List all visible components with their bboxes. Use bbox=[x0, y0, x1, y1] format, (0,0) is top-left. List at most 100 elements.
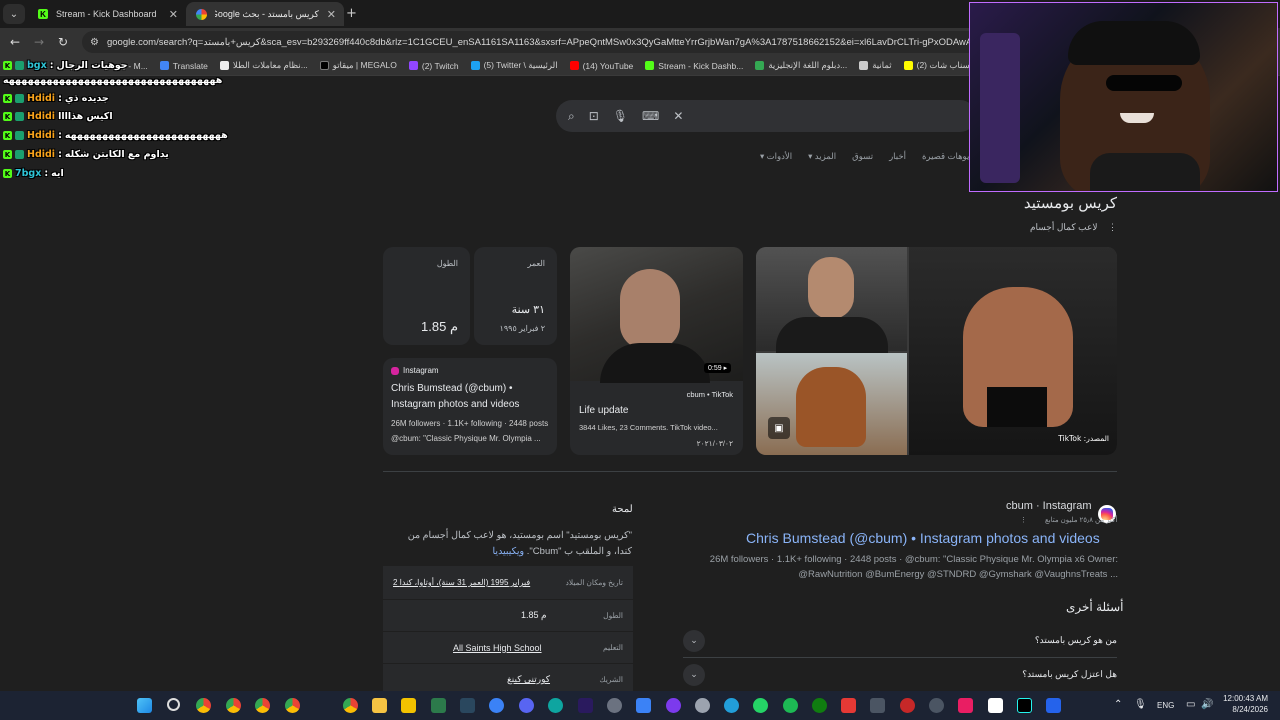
new-tab-button[interactable]: + bbox=[346, 6, 357, 21]
app-icon[interactable] bbox=[695, 698, 710, 713]
tab-kick-dashboard[interactable]: K Stream - Kick Dashboard ✕ bbox=[28, 2, 186, 26]
image-collage[interactable]: ▣ TikTok :المصدر bbox=[756, 247, 1117, 455]
reload-button[interactable]: ↻ bbox=[51, 35, 75, 49]
filter-more[interactable]: المزيد ▾ bbox=[808, 151, 836, 162]
more-options-icon[interactable]: ⋮ bbox=[1108, 222, 1117, 232]
bookmark-item[interactable]: دبلوم اللغة الإنجليزية... bbox=[755, 60, 847, 71]
clear-icon[interactable]: ✕ bbox=[673, 109, 683, 123]
chrome-icon[interactable] bbox=[285, 698, 300, 713]
collage-image[interactable]: ▣ bbox=[756, 353, 907, 455]
telegram-icon[interactable] bbox=[724, 698, 739, 713]
back-button[interactable]: ← bbox=[3, 35, 27, 49]
bookmark-item[interactable]: Translate bbox=[159, 61, 208, 71]
close-icon[interactable]: ✕ bbox=[327, 8, 336, 21]
tab-title: Stream - Kick Dashboard bbox=[56, 9, 157, 19]
clock-date[interactable]: 8/24/2026 bbox=[1222, 705, 1268, 714]
info-row: 1.85 م الطول bbox=[383, 600, 633, 632]
age-fact-card[interactable]: العمر ٣١ سنة ٢ فبراير ١٩٩٥ bbox=[474, 247, 557, 345]
discord-icon[interactable] bbox=[519, 698, 534, 713]
network-icon[interactable]: ▭ bbox=[1186, 699, 1195, 710]
height-fact-card[interactable]: الطول 1.85 م bbox=[383, 247, 470, 345]
pose-shape bbox=[796, 367, 866, 447]
knowledge-panel-subtitle: لاعب كمال أجسام ⋮ bbox=[1029, 222, 1117, 232]
forward-button[interactable]: → bbox=[27, 35, 51, 49]
search-icon[interactable]: ⌕ bbox=[568, 109, 575, 124]
result-title-link[interactable]: Chris Bumstead (@cbum) • Instagram photo… bbox=[746, 530, 1100, 546]
filter-shopping[interactable]: تسوق bbox=[852, 151, 873, 162]
chat-text: ههههههههههههههههههههههههههههههههههه bbox=[3, 75, 223, 86]
site-info-icon[interactable]: ⚙ bbox=[90, 37, 99, 48]
collage-image[interactable]: TikTok :المصدر bbox=[909, 247, 1117, 455]
fact-date: ٢ فبراير ١٩٩٥ bbox=[499, 324, 545, 333]
info-value[interactable]: All Saints High School bbox=[453, 643, 542, 653]
volume-icon[interactable]: 🔊 bbox=[1201, 699, 1213, 710]
image-icon[interactable]: ▣ bbox=[768, 417, 790, 439]
kick-badge-icon: K bbox=[3, 131, 12, 140]
bookmark-item[interactable]: ثمانية bbox=[859, 60, 892, 71]
tab-google-search[interactable]: كريس بامستد - بحث Google ✕ bbox=[186, 2, 344, 26]
filter-news[interactable]: أخبار bbox=[889, 151, 906, 162]
paa-question[interactable]: ⌄ هل اعتزل كريس بامستد؟ bbox=[683, 658, 1117, 691]
edge-icon[interactable] bbox=[548, 698, 563, 713]
bookmark-item[interactable]: (2) Twitch bbox=[408, 61, 459, 71]
app-icon[interactable] bbox=[666, 698, 681, 713]
chevron-down-icon[interactable]: ⌄ bbox=[683, 663, 705, 686]
clock-time[interactable]: 12:00:43 AM bbox=[1222, 694, 1268, 703]
app-icon[interactable] bbox=[929, 698, 944, 713]
keyboard-icon[interactable]: ⌨ bbox=[642, 109, 659, 123]
tray-overflow-icon[interactable]: ⌃ bbox=[1114, 699, 1122, 710]
close-icon[interactable]: ✕ bbox=[169, 8, 178, 21]
filter-tools[interactable]: الأدوات ▾ bbox=[760, 151, 792, 162]
tiktok-icon[interactable] bbox=[1017, 698, 1032, 713]
collage-image[interactable] bbox=[756, 247, 907, 353]
file-explorer-icon[interactable] bbox=[372, 698, 387, 713]
bookmark-item[interactable]: (14) YouTube bbox=[569, 61, 633, 71]
app-icon[interactable] bbox=[636, 698, 651, 713]
chevron-down-icon[interactable]: ⌄ bbox=[683, 629, 705, 652]
search-box[interactable]: ⌕ ⊡ 🎙 ⌨ ✕ bbox=[556, 100, 976, 132]
chrome-icon[interactable] bbox=[343, 698, 358, 713]
chrome-icon[interactable] bbox=[226, 698, 241, 713]
app-icon[interactable] bbox=[607, 698, 622, 713]
app-icon[interactable] bbox=[431, 698, 446, 713]
mic-icon[interactable]: 🎙 bbox=[613, 109, 628, 123]
app-icon[interactable] bbox=[870, 698, 885, 713]
bookmark-item[interactable]: (5) Twitter \ الرئيسية bbox=[470, 60, 558, 71]
tiktok-video-card[interactable]: 0:59 ▸ cbum • TikTok Life update 3844 Li… bbox=[570, 247, 743, 455]
app-icon[interactable] bbox=[900, 698, 915, 713]
app-icon[interactable] bbox=[489, 698, 504, 713]
app-icon[interactable] bbox=[401, 698, 416, 713]
bookmark-item[interactable]: Stream - Kick Dashb... bbox=[645, 61, 743, 71]
steam-icon[interactable] bbox=[460, 698, 475, 713]
xbox-icon[interactable] bbox=[812, 698, 827, 713]
bookmark-item[interactable]: نظام معاملات الطلا... bbox=[219, 60, 308, 71]
language-indicator[interactable]: ENG bbox=[1157, 701, 1174, 710]
paa-question[interactable]: ⌄ من هو كريس بامستد؟ bbox=[683, 624, 1117, 658]
chrome-icon[interactable] bbox=[255, 698, 270, 713]
wikipedia-link[interactable]: ويكيبيديا bbox=[493, 546, 525, 557]
spotify-icon[interactable] bbox=[783, 698, 798, 713]
info-key: الطول bbox=[603, 611, 623, 620]
whatsapp-icon[interactable] bbox=[753, 698, 768, 713]
premiere-icon[interactable] bbox=[578, 698, 593, 713]
windows-start-icon[interactable] bbox=[137, 698, 152, 713]
result-site-name[interactable]: cbum · Instagram bbox=[1006, 500, 1092, 512]
chrome-icon[interactable] bbox=[196, 698, 211, 713]
microphone-icon[interactable]: 🎙 bbox=[1134, 699, 1147, 710]
tab-search-button[interactable]: ⌄ bbox=[3, 4, 25, 24]
instagram-card[interactable]: Instagram Chris Bumstead (@cbum) • Insta… bbox=[383, 358, 557, 455]
lens-icon[interactable]: ⊡ bbox=[589, 109, 599, 123]
bookmark-item[interactable]: ميقاتو | MEGALO bbox=[319, 60, 397, 71]
info-row: كورتني كينغ الشريك bbox=[383, 664, 633, 691]
app-icon[interactable] bbox=[958, 698, 973, 713]
search-icon[interactable] bbox=[167, 698, 180, 711]
info-value[interactable]: 2 فبراير 1995 (العمر 31 سنة)، أوتاوا، كن… bbox=[393, 578, 530, 587]
chat-username: Hdidi bbox=[27, 111, 56, 122]
info-value[interactable]: كورتني كينغ bbox=[507, 674, 550, 685]
bookmark-item[interactable]: (2) سناب شات bbox=[903, 60, 970, 71]
capcut-icon[interactable] bbox=[988, 698, 1003, 713]
more-options-icon[interactable]: ⋮ bbox=[1020, 517, 1027, 524]
app-icon[interactable] bbox=[841, 698, 856, 713]
info-row: 2 فبراير 1995 (العمر 31 سنة)، أوتاوا، كن… bbox=[383, 566, 633, 600]
app-icon[interactable] bbox=[1046, 698, 1061, 713]
